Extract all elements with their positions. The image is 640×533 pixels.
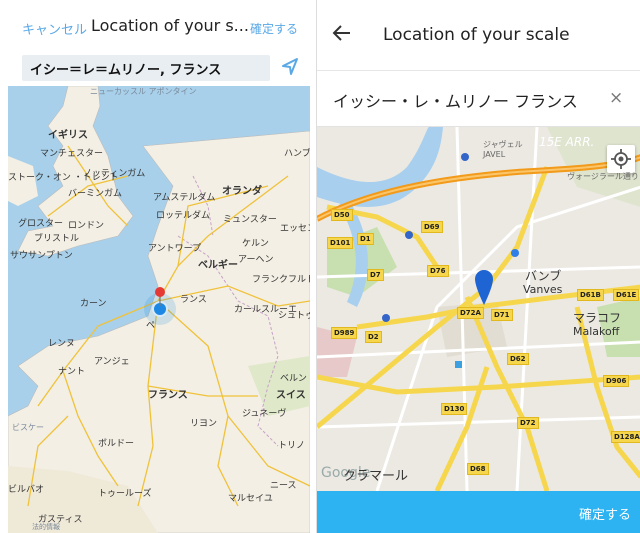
road-label: D72: [517, 417, 539, 429]
map-label: ロンドン: [68, 221, 105, 231]
map-label: アンジェ: [94, 357, 130, 367]
road-label: D61E: [613, 289, 640, 301]
map-label: トリノ: [278, 441, 306, 451]
map-label: カーン: [80, 299, 107, 309]
map-label: ハンブ: [284, 149, 310, 159]
map-label: バーミンガム: [68, 189, 123, 199]
map-label: フランス: [148, 390, 188, 401]
map-label: Malakoff: [573, 325, 620, 338]
page-title: Location of your s...: [91, 16, 249, 35]
confirm-button[interactable]: 確定する: [317, 491, 640, 533]
map-label: ストーク・オン ・トレント: [8, 173, 119, 183]
map-label: スイス: [276, 390, 306, 401]
search-field[interactable]: イシー＝レ＝ムリノー, フランス: [22, 55, 270, 81]
road-label: D101: [327, 237, 354, 249]
map-label: グロスター: [18, 219, 64, 229]
road-label: D130: [441, 403, 468, 415]
map-label: ニューカッスル アポンタイン: [90, 87, 197, 96]
road-label: D7: [367, 269, 384, 281]
confirm-label: 確定する: [578, 508, 631, 523]
map-label: シュトゥッ トガルト: [278, 311, 310, 321]
clear-button[interactable]: ×: [609, 88, 623, 108]
legal-link[interactable]: 法的情報: [32, 522, 60, 532]
road-label: D72A: [457, 307, 484, 319]
map-label: 15E ARR.: [539, 135, 595, 149]
map-label: ナント: [58, 367, 86, 377]
map-label: ニース: [270, 481, 297, 491]
map-label: レンヌ: [48, 339, 76, 349]
road-label: D62: [507, 353, 529, 365]
map-label: イギリス: [48, 130, 88, 141]
detail-map[interactable]: D50 D1 D101 D69 D7 D76 D72A D71 D61B D61…: [317, 127, 640, 491]
road-label: D76: [427, 265, 449, 277]
map-label: エッセン: [280, 224, 310, 234]
top-bar: キャンセル Location of your s... 確定する: [0, 0, 310, 48]
search-value: イシー＝レ＝ムリノー, フランス: [30, 63, 222, 78]
map-pin-icon: [155, 287, 165, 306]
search-value: イッシー・レ・ムリノー フランス: [333, 92, 578, 111]
map-label: オランダ: [222, 186, 262, 197]
map-label: フランクフルト・ アム・マイン: [252, 275, 310, 285]
map-label: マラコフ: [573, 311, 622, 325]
map-label: Vanves: [523, 283, 563, 296]
road-label: D61B: [577, 289, 604, 301]
map-pin-icon: [475, 270, 493, 305]
my-location-button[interactable]: [607, 145, 635, 173]
map-label: サウサンプトン: [10, 251, 73, 261]
road-label: D989: [331, 327, 358, 339]
map-label: マンチェスター: [40, 149, 104, 159]
cancel-button[interactable]: キャンセル: [22, 19, 87, 38]
road-label: D906: [603, 375, 630, 387]
map-label: ベルギー: [198, 260, 238, 271]
map-label: ベルン: [280, 374, 307, 384]
map-label: ロッテルダム: [156, 211, 211, 221]
map-label: ビスケー: [12, 423, 44, 432]
map-label: アーヘン: [238, 255, 274, 265]
map-label: ミュンスター: [223, 215, 277, 225]
crosshair-icon: [611, 149, 631, 169]
road-label: D1: [357, 233, 374, 245]
road-label: D50: [331, 209, 353, 221]
map-label: マルセイユ: [228, 494, 273, 504]
overview-map[interactable]: ニューカッスル アポンタイン イギリス マンチェスター ノッティンガム ストーク…: [8, 86, 310, 533]
left-screen: キャンセル Location of your s... 確定する イシー＝レ＝ム…: [0, 0, 310, 533]
map-label: アムステルダム: [153, 193, 216, 203]
map-label: ビルバオ: [8, 485, 45, 495]
map-label: バンブ: [525, 269, 562, 283]
app-bar: Location of your scale: [317, 0, 640, 71]
page-title: Location of your scale: [383, 25, 570, 45]
map-label: クラマール: [343, 469, 409, 484]
confirm-button[interactable]: 確定する: [250, 20, 298, 37]
map-label: リヨン: [190, 419, 218, 429]
map-label: ブリストル: [34, 234, 80, 244]
right-screen: Location of your scale イッシー・レ・ムリノー フランス …: [316, 0, 640, 533]
road-label: D71: [491, 309, 513, 321]
road-label: D2: [365, 331, 382, 343]
road-label: D68: [467, 463, 489, 475]
map-label: アントワープ: [148, 244, 202, 254]
arrow-left-icon[interactable]: [331, 22, 353, 44]
map-label: ヴォージラール通り: [567, 172, 639, 181]
map-label: ジュネーヴ: [242, 409, 287, 419]
road-label: D69: [421, 221, 443, 233]
navigation-arrow-icon[interactable]: [280, 57, 300, 77]
map-label: ランス: [180, 295, 207, 305]
map-label: トゥールーズ: [98, 489, 152, 499]
road-label: D128A: [611, 431, 640, 443]
map-label: ケルン: [242, 239, 269, 249]
search-field[interactable]: イッシー・レ・ムリノー フランス ×: [317, 70, 640, 127]
map-label: ペ: [146, 321, 156, 331]
map-label: ボルドー: [98, 439, 135, 449]
map-label: ジャヴェル JAVEL: [483, 140, 523, 159]
